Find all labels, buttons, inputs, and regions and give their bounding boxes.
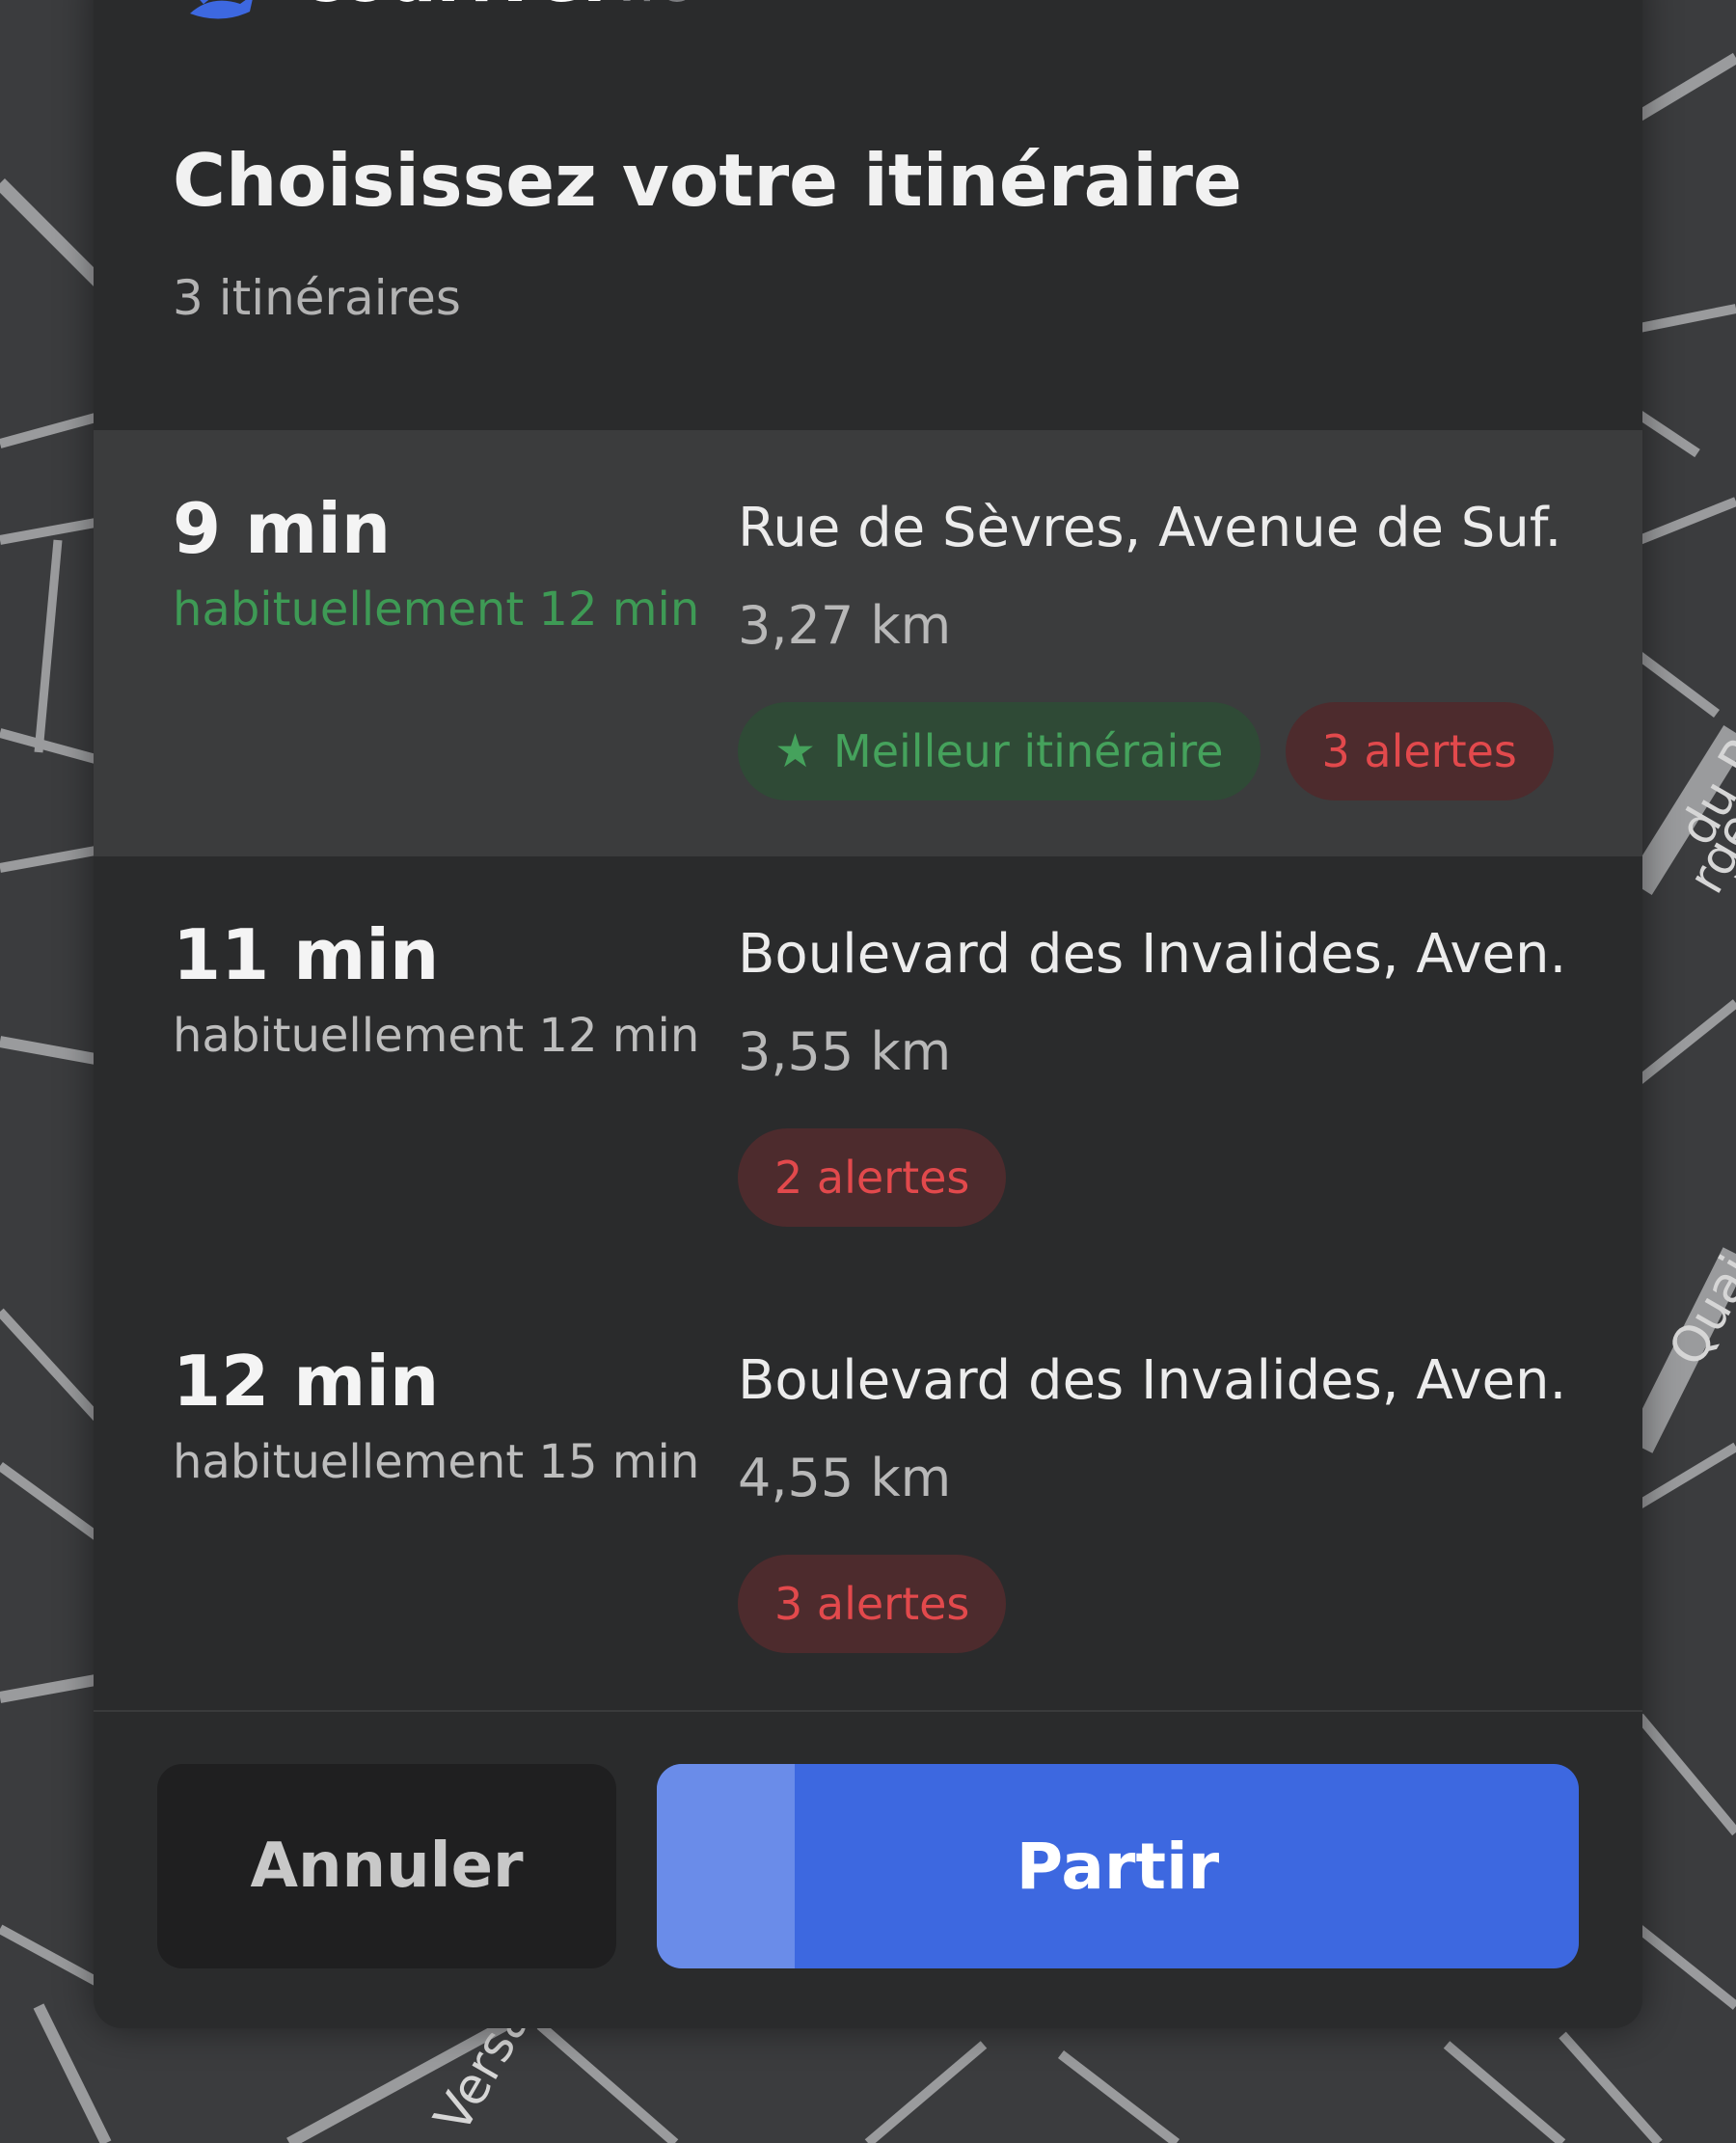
route-badges: ★ Meilleur itinéraire 3 alertes bbox=[738, 702, 1554, 800]
route-usual-duration: habituellement 15 min bbox=[173, 1435, 700, 1489]
alerts-badge: 3 alertes bbox=[1285, 702, 1554, 800]
best-route-label: Meilleur itinéraire bbox=[833, 725, 1224, 777]
best-route-badge: ★ Meilleur itinéraire bbox=[738, 702, 1261, 800]
route-duration: 11 min bbox=[173, 914, 440, 995]
codriver-logo-icon bbox=[190, 0, 253, 19]
panel-footer: Annuler Partir bbox=[94, 1710, 1642, 2028]
route-duration: 9 min bbox=[173, 488, 392, 569]
start-button[interactable]: Partir bbox=[657, 1764, 1579, 1968]
panel-title: Choisissez votre itinéraire bbox=[173, 138, 1242, 223]
route-usual-duration: habituellement 12 min bbox=[173, 583, 700, 637]
route-badges: 3 alertes bbox=[738, 1555, 1007, 1653]
route-selection-panel: codriver.io Choisissez votre itinéraire … bbox=[94, 0, 1642, 2028]
route-distance: 3,55 km bbox=[738, 1021, 952, 1082]
brand-name: codriver.io bbox=[302, 0, 697, 12]
route-list: 9 min habituellement 12 min Rue de Sèvre… bbox=[94, 430, 1642, 1709]
star-icon: ★ bbox=[774, 724, 817, 778]
alerts-badge: 3 alertes bbox=[738, 1555, 1007, 1653]
route-usual-duration: habituellement 12 min bbox=[173, 1009, 700, 1063]
route-option-2[interactable]: 11 min habituellement 12 min Boulevard d… bbox=[94, 856, 1642, 1283]
route-badges: 2 alertes bbox=[738, 1128, 1007, 1227]
brand-header: codriver.io bbox=[182, 0, 697, 48]
route-streets: Rue de Sèvres, Avenue de Suf... bbox=[738, 502, 1567, 556]
route-distance: 3,27 km bbox=[738, 595, 952, 656]
route-duration: 12 min bbox=[173, 1341, 440, 1422]
start-countdown-progress bbox=[657, 1764, 796, 1968]
route-count: 3 itinéraires bbox=[173, 270, 461, 326]
route-streets: Boulevard des Invalides, Aven... bbox=[738, 928, 1567, 982]
route-distance: 4,55 km bbox=[738, 1448, 952, 1508]
start-button-label: Partir bbox=[1016, 1829, 1220, 1904]
route-option-3[interactable]: 12 min habituellement 15 min Boulevard d… bbox=[94, 1283, 1642, 1709]
alerts-badge: 2 alertes bbox=[738, 1128, 1007, 1227]
route-streets: Boulevard des Invalides, Aven... bbox=[738, 1354, 1567, 1408]
cancel-button[interactable]: Annuler bbox=[157, 1764, 616, 1968]
route-option-1[interactable]: 9 min habituellement 12 min Rue de Sèvre… bbox=[94, 430, 1642, 856]
